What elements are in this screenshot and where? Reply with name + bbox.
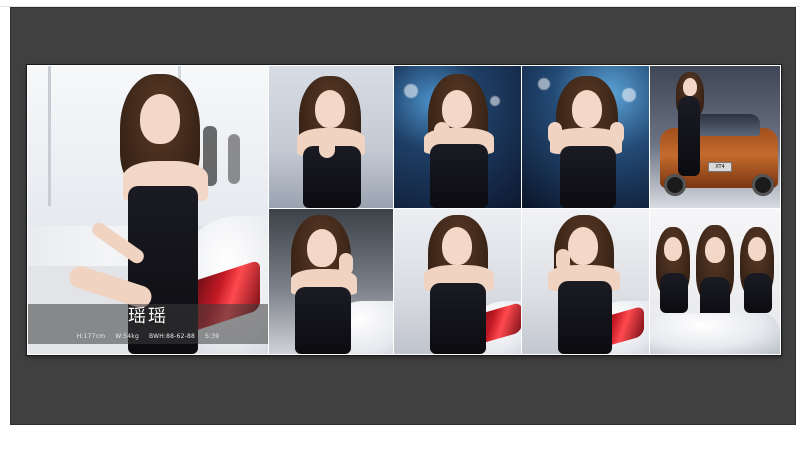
car-wheel [664, 174, 686, 196]
model-dress [660, 273, 688, 313]
model-face [748, 237, 766, 261]
model-stats: H:177cm W:54kg BWH:88-62-88 S:39 [28, 333, 268, 340]
model-name: 瑶瑶 [128, 306, 168, 327]
model-hand [339, 253, 353, 275]
model-hand [548, 122, 562, 144]
model-face [664, 237, 682, 261]
slide-stage: 瑶瑶 H:177cm W:54kg BWH:88-62-88 S:39 XT4 [10, 7, 796, 425]
model-dress [744, 273, 772, 313]
stat-shoe: S:39 [205, 333, 220, 340]
thumbnail-photo-8[interactable] [650, 209, 780, 354]
bokeh-light [490, 96, 500, 106]
thumbnail-photo-4[interactable]: XT4 [650, 66, 780, 208]
model-face [705, 237, 725, 263]
white-table [650, 313, 780, 354]
model-dress [295, 287, 351, 354]
car-plate: XT4 [708, 162, 732, 172]
featured-photo[interactable]: 瑶瑶 H:177cm W:54kg BWH:88-62-88 S:39 [28, 66, 268, 354]
top-strip [0, 0, 800, 7]
car-wheel [752, 174, 774, 196]
model-hand [610, 122, 624, 144]
model-dress [430, 283, 486, 354]
model-hand [434, 122, 450, 144]
thumbnail-photo-7[interactable] [522, 209, 649, 354]
thumbnail-photo-5[interactable] [269, 209, 393, 354]
thumbnail-photo-1[interactable] [269, 66, 393, 208]
thumbnail-photo-6[interactable] [394, 209, 521, 354]
photo-collage: 瑶瑶 H:177cm W:54kg BWH:88-62-88 S:39 XT4 [26, 64, 782, 356]
page: 瑶瑶 H:177cm W:54kg BWH:88-62-88 S:39 XT4 [0, 0, 800, 454]
model-hand [319, 136, 335, 158]
model-face [140, 94, 180, 144]
model-face [307, 229, 337, 267]
bokeh-light [538, 78, 550, 90]
window-frame [48, 66, 51, 206]
model-dress [558, 281, 612, 354]
background-person [228, 134, 240, 184]
stat-weight: W:54kg [115, 333, 139, 340]
model-dress [560, 146, 616, 208]
bokeh-light [622, 88, 636, 102]
model-dress [430, 144, 488, 208]
model-dress [678, 96, 700, 176]
model-face [315, 90, 345, 128]
thumbnail-photo-3[interactable] [522, 66, 649, 208]
model-face [683, 78, 697, 96]
model-face [572, 90, 602, 128]
model-face [442, 227, 472, 265]
bokeh-light [404, 84, 418, 98]
stat-height: H:177cm [76, 333, 106, 340]
thumbnail-photo-2[interactable] [394, 66, 521, 208]
model-face [568, 227, 598, 265]
stat-measurements: BWH:88-62-88 [148, 333, 195, 340]
model-face [442, 90, 472, 128]
model-hand [556, 249, 570, 271]
